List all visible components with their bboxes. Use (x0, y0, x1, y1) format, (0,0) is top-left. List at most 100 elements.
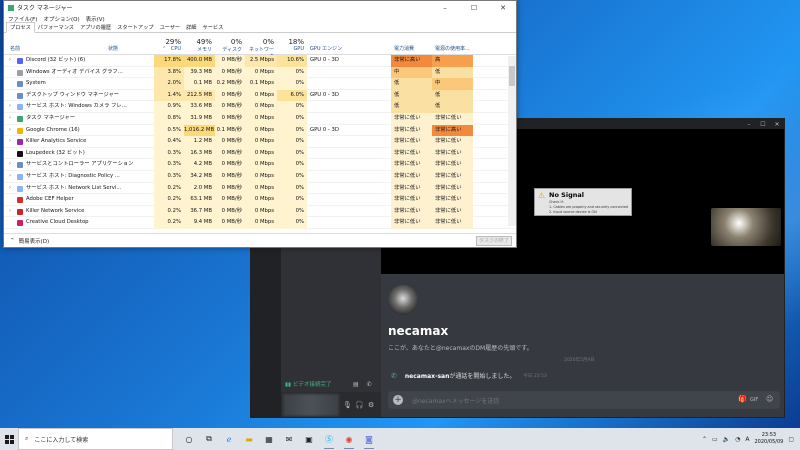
column-disk[interactable]: 0% ディスク (215, 33, 245, 55)
discord-taskbar-icon[interactable]: ◙ (359, 428, 379, 450)
gear-icon[interactable]: ⚙ (368, 401, 374, 409)
network-icon[interactable]: ▭ (712, 436, 718, 443)
column-power-trend[interactable]: 電源の使用率... (435, 45, 470, 52)
column-network[interactable]: 0%ネットワーク (245, 33, 277, 60)
process-name: タスク マネージャー (26, 114, 75, 121)
column-cpu[interactable]: 29% CPU (154, 33, 184, 55)
clock-time: 23:53 (761, 432, 777, 438)
skype-icon[interactable]: Ⓢ (319, 428, 339, 450)
expand-chevron-icon[interactable]: › (9, 183, 11, 195)
expand-chevron-icon[interactable]: › (9, 113, 11, 125)
table-row[interactable]: デスクトップ ウィンドウ マネージャー 1.4% 212.5 MB 0 MB/秒 0 M… (4, 89, 516, 102)
maximize-icon[interactable]: ☐ (756, 121, 770, 128)
column-gpu-engine[interactable]: GPU エンジン (310, 45, 342, 52)
expand-chevron-icon[interactable]: › (9, 55, 11, 67)
column-gpu[interactable]: 18% GPU (277, 33, 307, 55)
system-tray: ⌃ ▭ 🔈 ◔ A 23:53 2020/05/09 ▢ (702, 428, 794, 450)
expand-chevron-icon[interactable]: › (9, 125, 11, 137)
cell-net: 0 Mbps (245, 101, 277, 113)
table-row[interactable]: › サービスとコントローラー アプリケーション 0.3% 4.2 MB 0 MB/秒 0 … (4, 159, 516, 171)
cell-gpu-engine (307, 136, 391, 148)
tab-startup[interactable]: スタートアップ (114, 23, 156, 32)
table-row[interactable]: › Killer Network Service 0.2% 36.7 MB 0 MB/秒… (4, 205, 516, 218)
expand-chevron-icon[interactable]: › (9, 159, 11, 171)
process-icon (17, 104, 23, 111)
microphone-icon[interactable]: 🎙 (343, 401, 352, 409)
chevron-up-icon[interactable]: ⌃ (10, 238, 15, 244)
headphones-icon[interactable]: 🎧 (355, 401, 364, 409)
cell-cpu: 0.8% (154, 112, 184, 125)
cell-mem: 36.7 MB (184, 205, 215, 218)
file-explorer-icon[interactable]: ▬ (239, 428, 259, 450)
column-memory[interactable]: 49% メモリ (184, 33, 215, 55)
table-row[interactable]: › サービス ホスト: Windows カメラ フレ... 0.9% 33.6 MB 0… (4, 101, 516, 113)
expand-chevron-icon[interactable]: › (9, 206, 11, 218)
tab-services[interactable]: サービス (200, 23, 227, 32)
screen-share-icon[interactable]: ▤ (353, 381, 359, 388)
store-icon[interactable]: ▦ (259, 428, 279, 450)
table-row[interactable]: › Google Chrome (16) 0.5% 1,016.2 MB 0.1 MB/… (4, 124, 516, 137)
table-row[interactable]: › サービス ホスト: Diagnostic Policy ... 0.3% 34.2… (4, 170, 516, 183)
ime-icon[interactable]: A (745, 436, 749, 443)
task-view-icon[interactable]: ⧉ (199, 428, 219, 450)
close-icon[interactable]: ✕ (770, 121, 784, 128)
cell-gpu-engine (307, 183, 391, 195)
clock[interactable]: 23:53 2020/05/09 (755, 432, 784, 446)
menu-view[interactable]: 表示(V) (86, 15, 105, 23)
cell-gpu: 0% (277, 159, 307, 171)
emoji-icon[interactable]: ☺ (766, 395, 773, 403)
tab-processes[interactable]: プロセス (6, 22, 35, 33)
minimize-icon[interactable]: – (432, 1, 458, 14)
end-task-button[interactable]: タスクの終了(E) (476, 236, 512, 246)
scrollbar[interactable] (508, 56, 516, 226)
table-row[interactable]: › Killer Analytics Service 0.4% 1.2 MB 0 MB/… (4, 136, 516, 148)
expand-chevron-icon[interactable]: › (9, 136, 11, 148)
gif-icon[interactable]: GIF (750, 397, 758, 403)
table-row[interactable]: Creative Cloud Desktop 0.2% 9.4 MB 0 MB/秒 0 … (4, 217, 516, 229)
table-row[interactable]: System 2.0% 0.1 MB 0.2 MB/秒 0.1 Mbps 0% 低中 (4, 78, 516, 90)
edge-icon[interactable]: ℯ (219, 428, 239, 450)
tab-performance[interactable]: パフォーマンス (35, 23, 77, 32)
menu-options[interactable]: オプション(O) (43, 15, 79, 23)
tab-users[interactable]: ユーザー (156, 23, 183, 32)
photos-icon[interactable]: ▣ (299, 428, 319, 450)
task-manager-window[interactable]: タスク マネージャー – ☐ ✕ ファイル(F) オプション(O) 表示(V) … (3, 0, 517, 248)
process-name: サービス ホスト: Network List Servi... (26, 184, 122, 191)
table-row[interactable]: Loupedeck (32 ビット) 0.3% 16.3 MB 0 MB/秒 0 Mbp… (4, 147, 516, 160)
attach-plus-icon[interactable]: + (393, 395, 403, 405)
taskbar-search[interactable]: ⌕ ここに入力して検索 (18, 428, 173, 450)
cell-gpu-engine (307, 217, 391, 229)
volume-icon[interactable]: 🔈 (723, 436, 730, 443)
cortana-icon[interactable]: ○ (179, 428, 199, 450)
expand-chevron-icon[interactable]: › (9, 101, 11, 113)
avatar[interactable] (388, 285, 418, 315)
notifications-icon[interactable]: ▢ (788, 436, 794, 443)
scrollbar-thumb[interactable] (509, 66, 515, 86)
chevron-up-icon[interactable]: ⌃ (702, 436, 707, 443)
message-input[interactable]: + @necamaxへメッセージを送信 🎁 GIF ☺ (388, 391, 780, 409)
minimize-icon[interactable]: – (742, 121, 756, 128)
table-row[interactable]: Windows オーディオ デバイス グラフ... 3.8% 39.3 MB 0 MB… (4, 66, 516, 79)
close-icon[interactable]: ✕ (490, 1, 516, 14)
column-name[interactable]: 名前 (10, 45, 20, 52)
gift-icon[interactable]: 🎁 (738, 395, 747, 403)
call-user[interactable]: necamax-san (405, 373, 450, 380)
mail-icon[interactable]: ✉ (279, 428, 299, 450)
fewer-details-link[interactable]: 簡易表示(D) (19, 237, 50, 245)
self-camera-preview[interactable] (711, 208, 781, 246)
tab-app-history[interactable]: アプリの履歴 (77, 23, 114, 32)
call-time: 今日 23:53 (523, 373, 547, 379)
column-status[interactable]: 状態 (108, 45, 118, 52)
table-row[interactable]: › Discord (32 ビット) (6) 17.8% 400.0 MB 0 MB/秒… (4, 55, 516, 67)
table-row[interactable]: › サービス ホスト: Network List Servi... 0.2% 2.0 … (4, 182, 516, 195)
tab-details[interactable]: 詳細 (183, 23, 199, 32)
disconnect-icon[interactable]: ✆ (367, 381, 372, 388)
column-power[interactable]: 電力消費 (394, 45, 414, 52)
expand-chevron-icon[interactable]: › (9, 171, 11, 183)
wifi-icon[interactable]: ◔ (735, 436, 740, 443)
maximize-icon[interactable]: ☐ (461, 1, 487, 14)
table-row[interactable]: › タスク マネージャー 0.8% 31.9 MB 0 MB/秒 0 Mbps 0% 非常に低… (4, 112, 516, 125)
table-row[interactable]: Adobe CEF Helper 0.2% 63.1 MB 0 MB/秒 0 Mbps 0… (4, 194, 516, 206)
start-button[interactable] (0, 428, 18, 450)
chrome-icon[interactable]: ◉ (339, 428, 359, 450)
